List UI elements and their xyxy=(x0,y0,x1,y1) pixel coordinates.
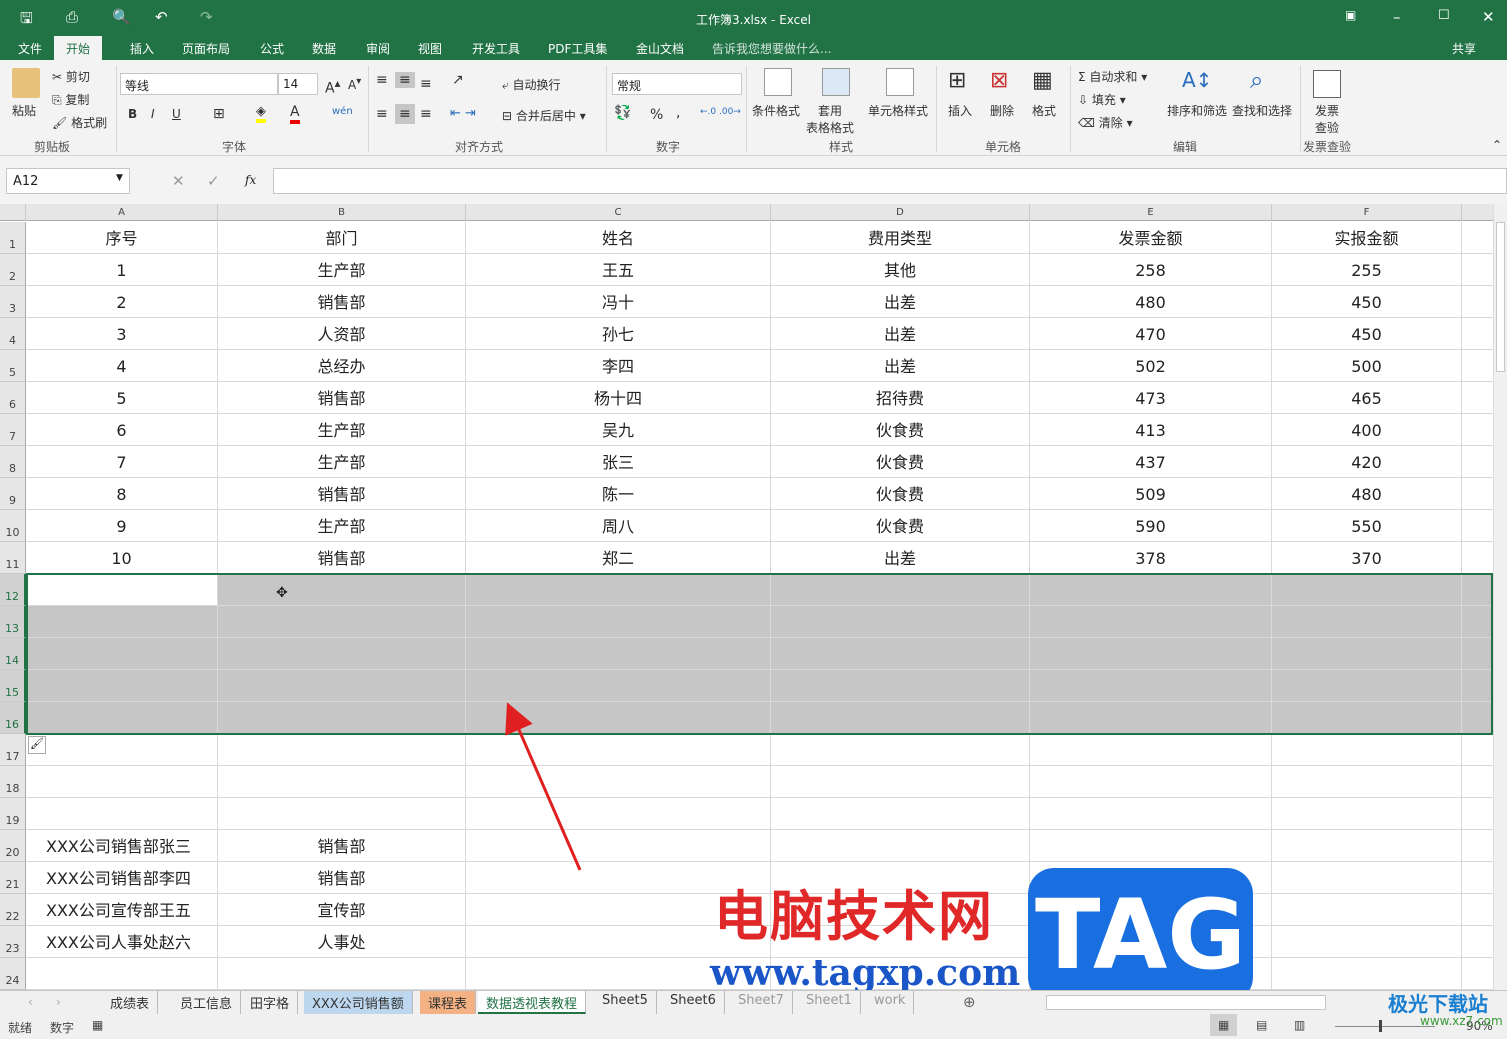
watermark-site-name: 电脑技术网 xyxy=(714,885,994,948)
status-mode: 数字 xyxy=(50,1021,75,1035)
page-layout-icon[interactable]: ▤ xyxy=(1256,1018,1267,1032)
sheet-tab[interactable]: 田字格 xyxy=(242,991,299,1014)
status-ready: 就绪 xyxy=(8,1021,33,1035)
sheet-tab[interactable]: Sheet1 xyxy=(798,991,861,1014)
sheet-tab[interactable]: Sheet5 xyxy=(594,991,657,1014)
sheet-tab[interactable]: 数据透视表教程 xyxy=(478,991,587,1014)
sheet-tab[interactable]: work xyxy=(866,991,915,1014)
sheet-tab[interactable]: 成绩表 xyxy=(102,991,159,1014)
horizontal-scrollbar[interactable] xyxy=(1046,995,1326,1010)
sheet-tab[interactable]: Sheet6 xyxy=(662,991,725,1014)
prev-sheet-icon[interactable]: ‹ xyxy=(28,995,33,1009)
status-bar: 就绪 数字 ▦ ▦ ▤ ▥ 90% xyxy=(0,1014,1507,1039)
add-sheet-icon[interactable]: ⊕ xyxy=(963,993,976,1011)
corner-watermark: 极光下载站 xyxy=(1388,992,1488,1016)
sheet-tab[interactable]: XXX公司销售额 xyxy=(304,991,413,1014)
watermark-url: www.tagxp.com xyxy=(710,952,1021,994)
sheet-tab[interactable]: 课程表 xyxy=(420,991,477,1014)
sheet-tab[interactable]: 员工信息 xyxy=(172,991,242,1014)
red-arrow xyxy=(505,702,582,871)
next-sheet-icon[interactable]: › xyxy=(56,995,61,1009)
sheet-tab[interactable]: Sheet7 xyxy=(730,991,793,1014)
sheet-tabs-bar: ‹ › 成绩表 员工信息 田字格 XXX公司销售额 课程表 数据透视表教程 Sheet5 Sh… xyxy=(0,990,1507,1014)
macro-record-icon[interactable]: ▦ xyxy=(92,1018,103,1032)
normal-view-icon[interactable]: ▦ xyxy=(1210,1014,1238,1036)
watermark-tag-logo: TAG xyxy=(1028,868,1253,1003)
corner-watermark-url: www.xz7.com xyxy=(1420,1014,1503,1028)
page-break-icon[interactable]: ▥ xyxy=(1294,1018,1305,1032)
